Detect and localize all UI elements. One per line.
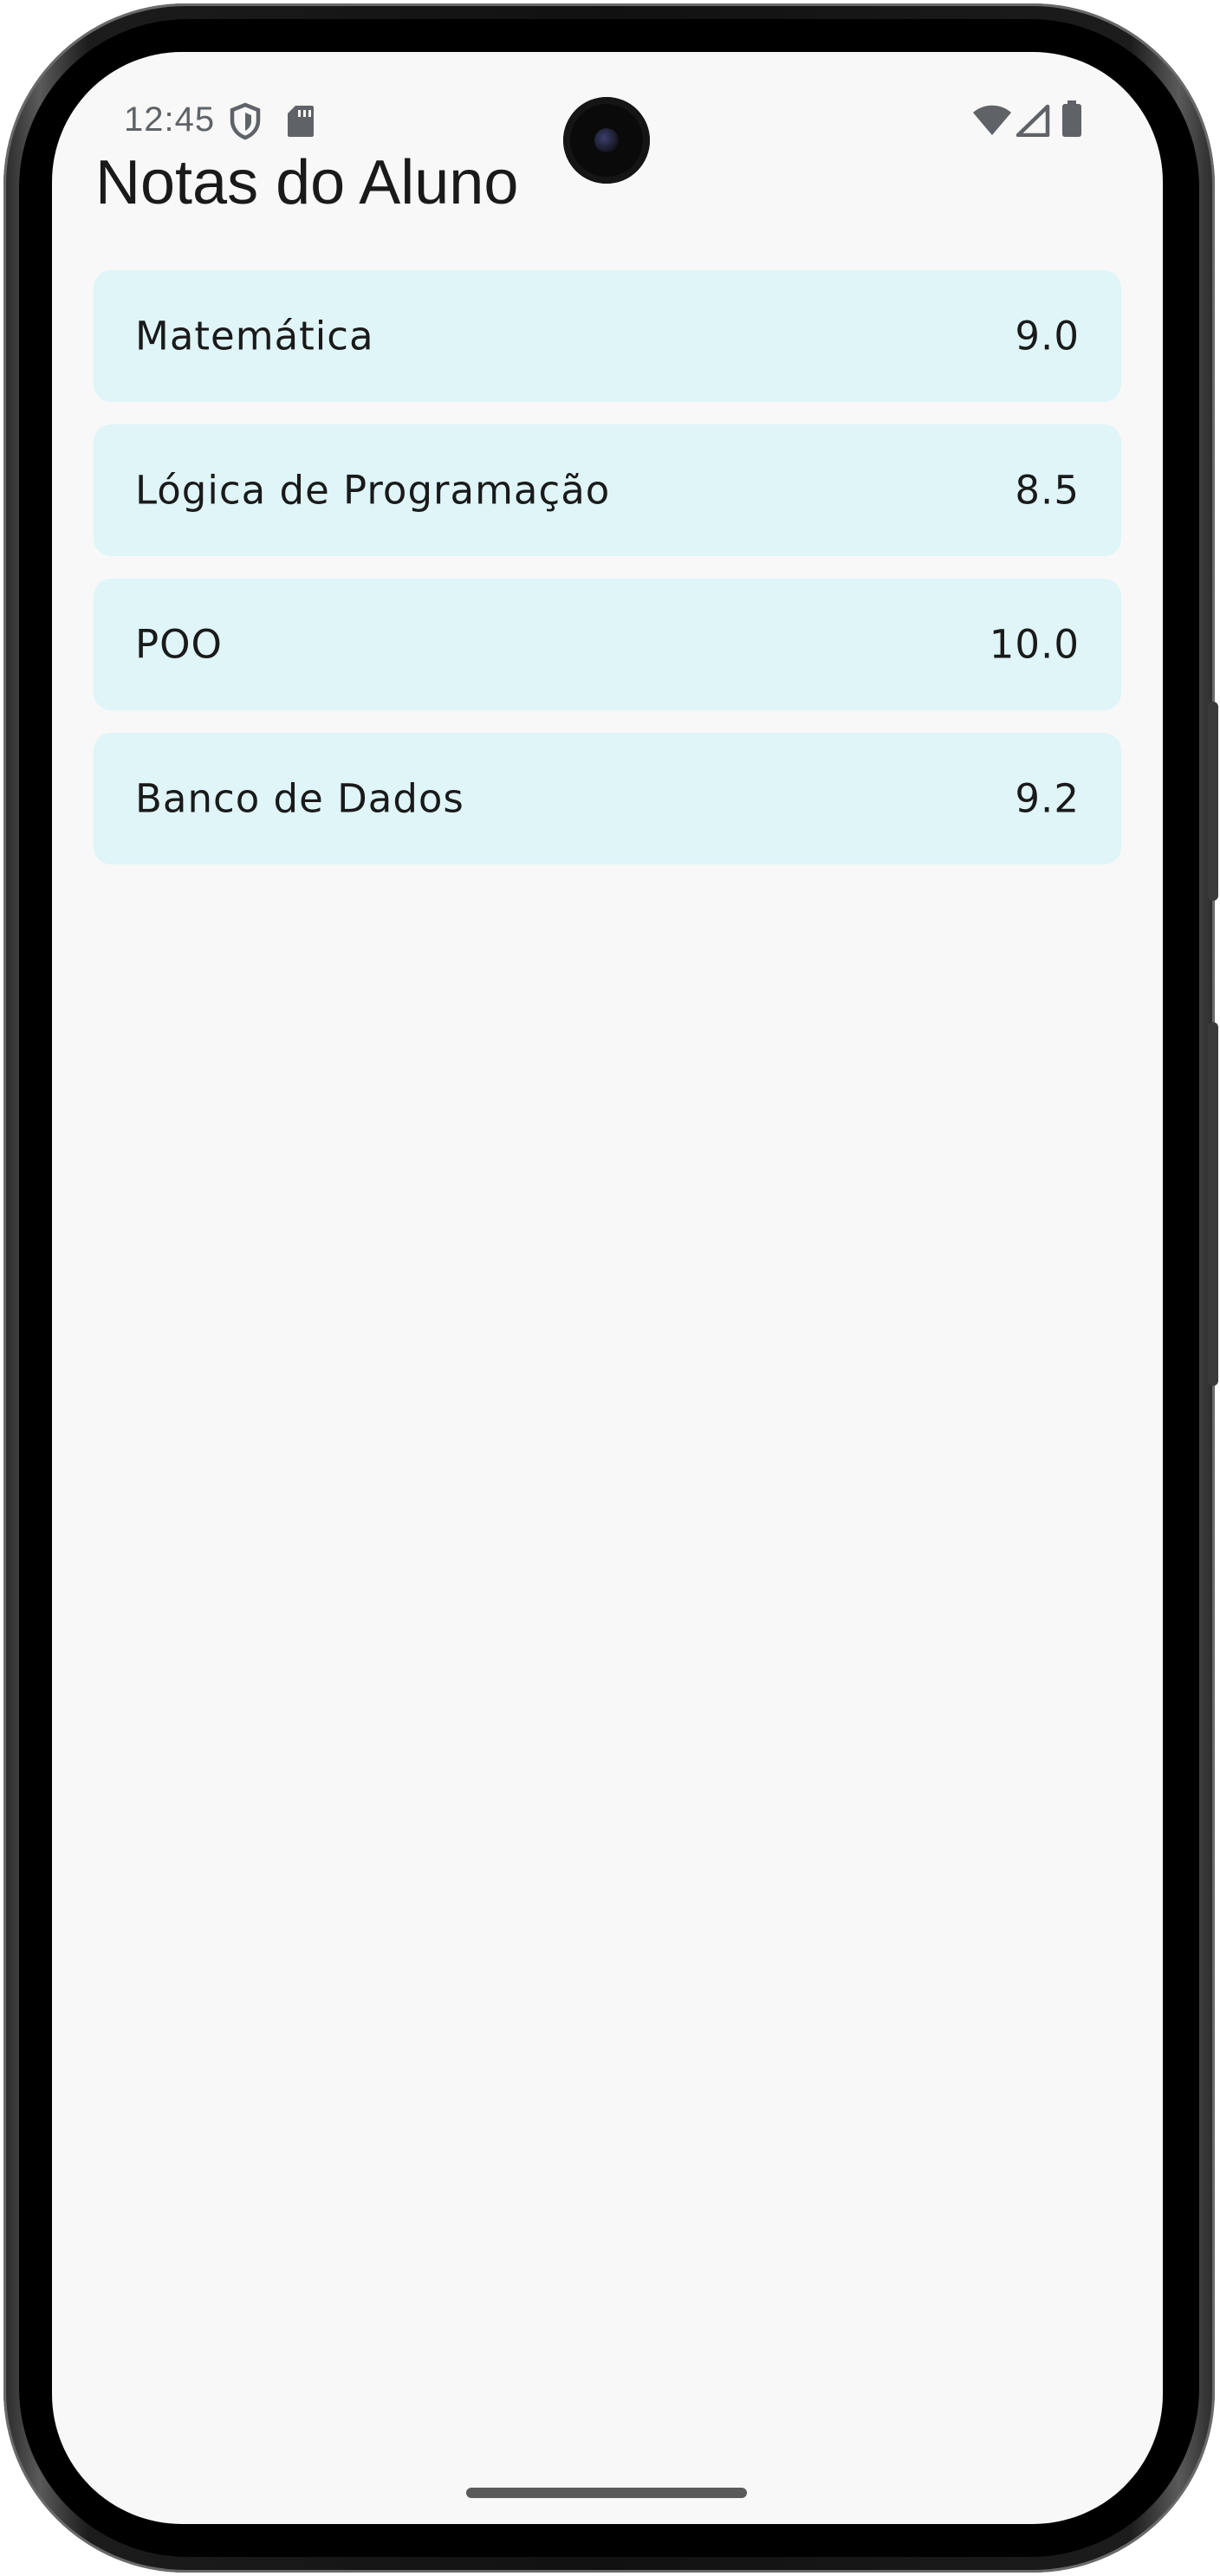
shield-icon (230, 102, 261, 140)
home-indicator[interactable] (466, 2488, 747, 2498)
grade-list: Matemática 9.0 Lógica de Programação 8.5… (94, 270, 1121, 887)
volume-button (1208, 702, 1218, 901)
grade-value: 9.2 (1015, 775, 1080, 822)
cell-signal-icon (1016, 104, 1050, 137)
grade-card-matematica[interactable]: Matemática 9.0 (94, 270, 1121, 402)
power-button (1208, 1022, 1218, 1386)
status-time: 12:45 (124, 100, 216, 139)
subject-label: POO (135, 621, 223, 668)
grade-card-logica-de-programacao[interactable]: Lógica de Programação 8.5 (94, 424, 1121, 556)
phone-screen: 12:45 Notas do Aluno Matemática 9.0 Lógi… (52, 52, 1163, 2524)
grade-value: 9.0 (1015, 313, 1080, 359)
battery-icon (1062, 100, 1081, 137)
grade-value: 8.5 (1015, 467, 1080, 514)
grade-card-banco-de-dados[interactable]: Banco de Dados 9.2 (94, 733, 1121, 864)
page-title: Notas do Aluno (95, 148, 519, 217)
grade-card-poo[interactable]: POO 10.0 (94, 579, 1121, 710)
wifi-icon (973, 105, 1011, 135)
subject-label: Matemática (135, 313, 374, 359)
grade-value: 10.0 (989, 621, 1080, 668)
front-camera (563, 97, 650, 184)
subject-label: Banco de Dados (135, 775, 464, 822)
subject-label: Lógica de Programação (135, 467, 611, 514)
sd-card-icon (288, 106, 314, 137)
